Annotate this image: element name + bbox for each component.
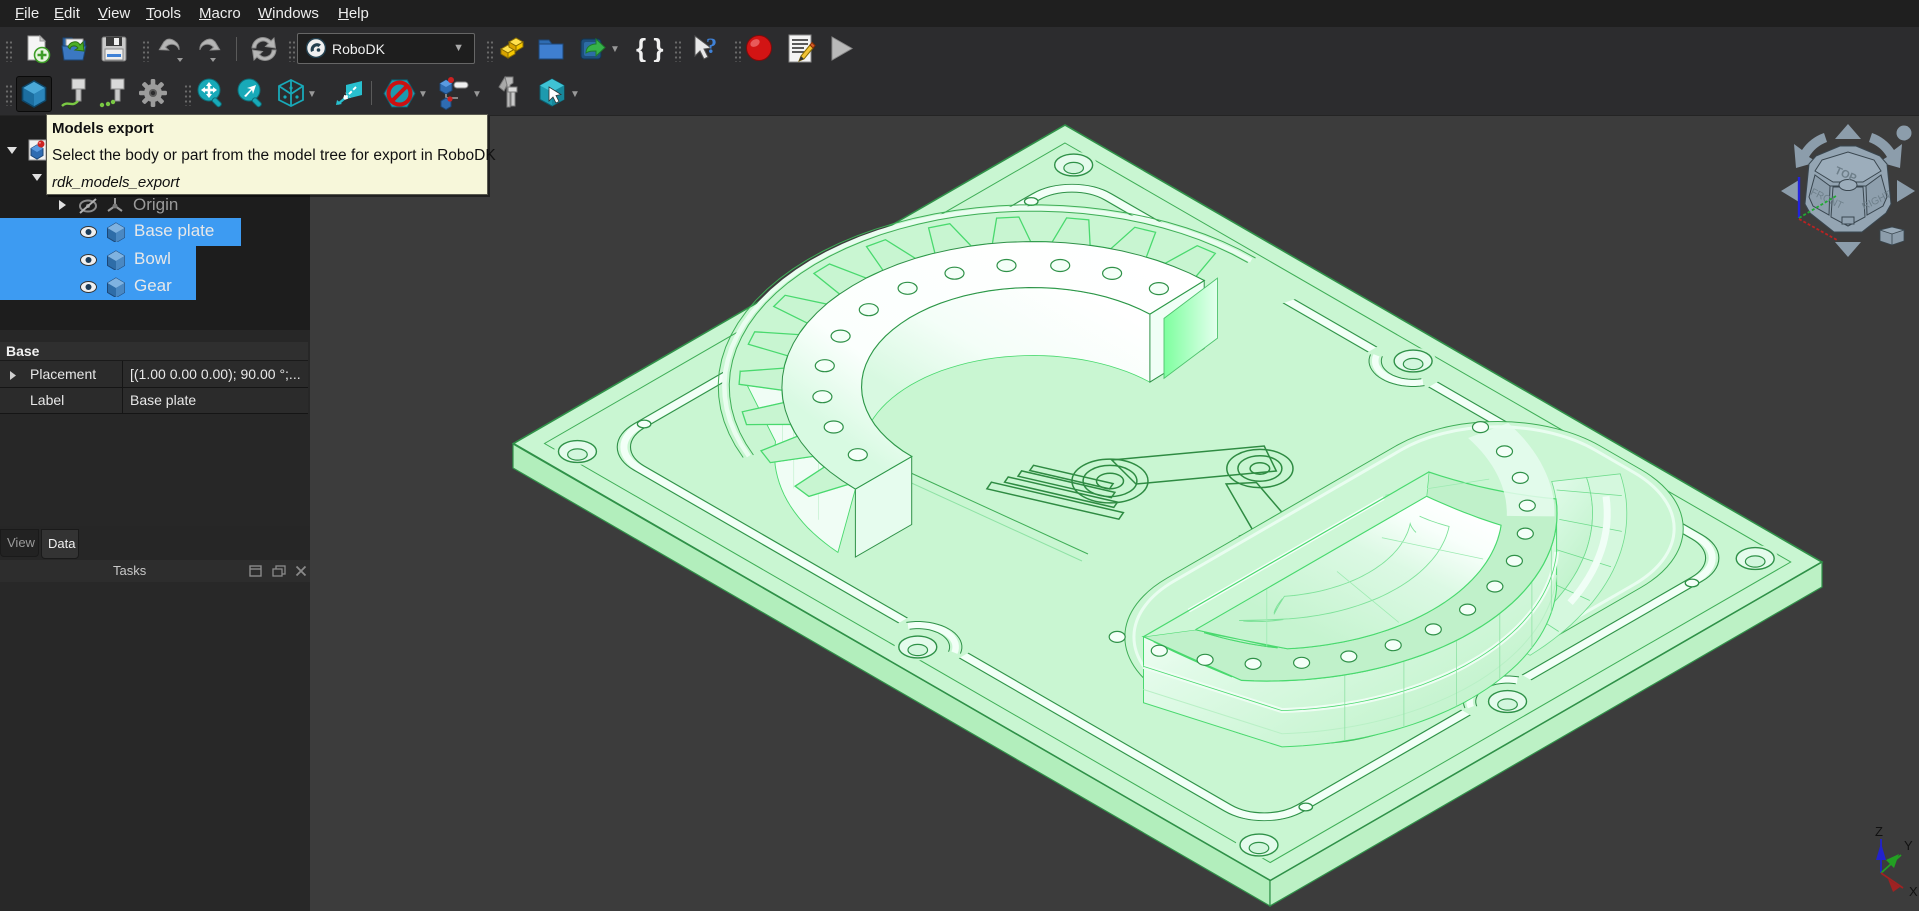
svg-text:X: X	[1909, 884, 1918, 899]
svg-text:Y: Y	[1904, 838, 1913, 853]
svg-text:Z: Z	[1875, 824, 1883, 839]
svg-text:{ }: { }	[636, 36, 663, 62]
svg-text:?: ?	[706, 33, 717, 58]
